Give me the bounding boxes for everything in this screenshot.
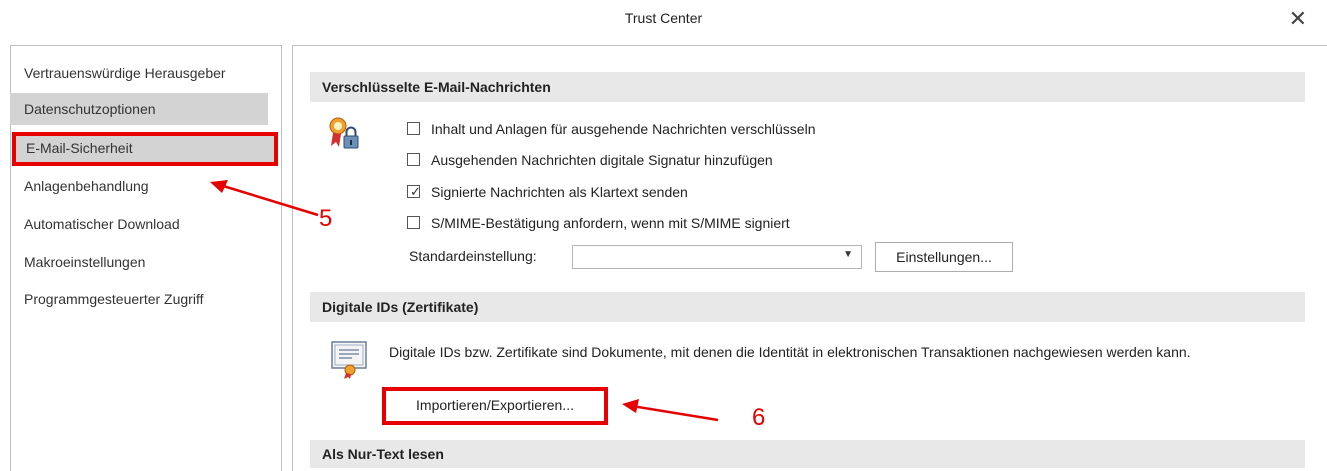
annotation-step6: 6 bbox=[752, 404, 766, 431]
annotation-arrows bbox=[210, 180, 719, 422]
arrowhead-step6 bbox=[622, 399, 639, 413]
arrow-line-step6 bbox=[631, 404, 719, 422]
arrow-line-step5 bbox=[219, 183, 319, 217]
annotation-step5: 5 bbox=[319, 205, 333, 232]
